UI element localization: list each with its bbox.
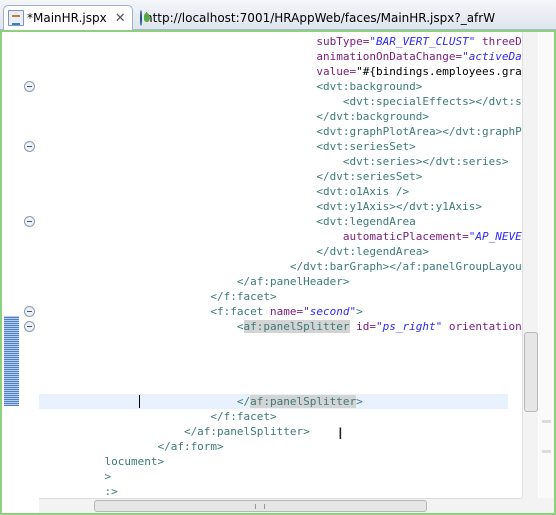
code-token: id= xyxy=(349,320,377,333)
code-token: <dvt:specialEffects></dvt:specialEffects… xyxy=(342,95,522,108)
fold-toggle-icon[interactable] xyxy=(24,306,35,317)
code-token: </dvt:background> xyxy=(39,110,429,123)
horizontal-scrollbar-thumb[interactable] xyxy=(94,500,427,512)
tab-label: http://localhost:7001/HRAppWeb/faces/Mai… xyxy=(145,10,496,25)
code-line[interactable]: </af:form> xyxy=(39,439,508,454)
code-token: </af:panelSplitter> xyxy=(39,425,310,438)
code-token: </dvt:legendArea> xyxy=(39,245,429,258)
code-line[interactable]: <dvt:specialEffects></dvt:specialEffects… xyxy=(39,94,522,109)
code-token: <dvt:y1Axis></dvt:y1Axis> xyxy=(39,200,482,213)
code-line[interactable]: </af:panelSplitter> xyxy=(39,424,508,439)
code-token: <dvt:series></dvt:series> xyxy=(39,155,509,168)
code-token: "AP_NEVER" xyxy=(468,230,522,243)
vertical-scrollbar-thumb[interactable] xyxy=(524,332,538,412)
code-token: <dvt:legendArea xyxy=(39,215,416,228)
code-line[interactable]: <dvt:series></dvt:series> xyxy=(39,154,509,169)
code-line[interactable]: </f:facet> xyxy=(39,289,508,304)
code-token: </af:form> xyxy=(39,440,224,453)
code-token: <dvt:background> xyxy=(39,80,423,93)
code-token: </af:panelHeader> xyxy=(39,275,350,288)
code-line[interactable]: > xyxy=(39,469,508,484)
code-token: locument> xyxy=(104,455,165,468)
code-token: value= xyxy=(39,65,357,78)
code-line[interactable]: subType="BAR_VERT_CLUST" threeDEffect="f… xyxy=(39,34,522,49)
code-line[interactable]: </dvt:barGraph></af:panelGroupLayout> xyxy=(39,259,522,274)
code-token: > xyxy=(104,470,112,483)
globe-icon xyxy=(140,9,150,26)
code-token: af:panelSplitter xyxy=(243,320,350,333)
code-line[interactable] xyxy=(39,334,508,349)
code-line[interactable]: locument> xyxy=(39,454,508,469)
code-line[interactable]: animationOnDataChange="activeData" anima… xyxy=(39,49,522,64)
code-token: <dvt:graphPlotArea></dvt:graphPlotArea> xyxy=(316,125,522,138)
code-token: </f:facet> xyxy=(39,290,277,303)
code-token: > xyxy=(356,395,363,408)
code-token: "activeData" xyxy=(462,50,522,63)
code-token: af:panelSplitter xyxy=(250,395,357,408)
code-line[interactable]: :> xyxy=(39,484,508,498)
code-line[interactable]: <dvt:graphPlotArea></dvt:graphPlotArea> xyxy=(39,124,522,139)
code-line[interactable]: <dvt:y1Axis></dvt:y1Axis> xyxy=(39,199,508,214)
code-token: </ xyxy=(39,395,251,408)
code-token: < xyxy=(39,320,244,333)
code-line[interactable]: <f:facet name="second"> xyxy=(39,304,508,319)
source-editor[interactable]: subType="BAR_VERT_CLUST" threeDEffect="f… xyxy=(0,30,556,515)
code-line[interactable]: <dvt:seriesSet> xyxy=(39,139,508,154)
vertical-scrollbar[interactable] xyxy=(522,32,538,498)
code-token: animationOnDataChange= xyxy=(39,50,463,63)
fold-toggle-icon[interactable] xyxy=(24,81,35,92)
overview-marker[interactable] xyxy=(542,420,551,423)
code-token: :> xyxy=(104,485,118,498)
code-line[interactable]: <dvt:background> xyxy=(39,79,508,94)
code-line[interactable]: </dvt:background> xyxy=(39,109,508,124)
code-line[interactable]: <dvt:legendArea xyxy=(39,214,508,229)
tab-browser-preview[interactable]: http://localhost:7001/HRAppWeb/faces/Mai… xyxy=(136,5,495,30)
scrollbar-corner xyxy=(522,498,554,513)
left-ruler xyxy=(2,32,38,498)
overview-marker[interactable] xyxy=(542,450,551,453)
overview-ruler[interactable] xyxy=(539,32,554,498)
code-line[interactable] xyxy=(39,364,508,379)
ibeam-cursor-icon: I xyxy=(338,424,343,443)
code-line[interactable]: </dvt:seriesSet> xyxy=(39,169,508,184)
fold-toggle-icon[interactable] xyxy=(24,216,35,227)
code-line[interactable]: <af:panelSplitter id="ps_right" orientat… xyxy=(39,319,522,334)
code-token: </dvt:barGraph></af:panelGroupLayout> xyxy=(39,260,522,273)
code-token: orientation= xyxy=(442,320,522,333)
code-area[interactable]: subType="BAR_VERT_CLUST" threeDEffect="f… xyxy=(39,32,522,498)
code-token: "#{bindings.employees.graphModel}"> xyxy=(356,65,522,78)
code-token: <f:facet xyxy=(39,305,271,318)
code-token: automaticPlacement= xyxy=(39,230,469,243)
jspx-file-icon xyxy=(8,10,24,26)
code-token: </dvt:seriesSet> xyxy=(39,170,423,183)
code-token: "ps_right" xyxy=(376,320,443,333)
code-line[interactable] xyxy=(39,349,508,364)
text-caret xyxy=(139,395,140,408)
code-token: </f:facet> xyxy=(39,410,277,423)
code-token: subType= xyxy=(39,35,370,48)
code-line[interactable]: </af:panelSplitter> xyxy=(39,394,508,409)
code-line[interactable] xyxy=(39,379,508,394)
close-tab-icon[interactable]: ✕ xyxy=(115,11,126,26)
code-line[interactable]: value="#{bindings.employees.graphModel}"… xyxy=(39,64,522,79)
tab-label: *MainHR.jspx xyxy=(27,11,107,25)
code-token: > xyxy=(356,305,363,318)
fold-toggle-icon[interactable] xyxy=(24,321,35,332)
tab-mainhr-jspx[interactable]: *MainHR.jspx ✕ xyxy=(3,5,133,30)
code-token: <dvt:o1Axis /> xyxy=(39,185,410,198)
code-line[interactable]: </f:facet> xyxy=(39,409,508,424)
code-token: "second" xyxy=(303,305,357,318)
fold-toggle-icon[interactable] xyxy=(24,141,35,152)
code-line[interactable]: automaticPlacement="AP_NEVER"> xyxy=(39,229,522,244)
editor-tab-bar: *MainHR.jspx ✕ http://localhost:7001/HRA… xyxy=(0,0,556,30)
code-token: threeDEffect= xyxy=(481,35,522,48)
code-token: <dvt:seriesSet> xyxy=(39,140,416,153)
code-line[interactable]: </af:panelHeader> xyxy=(39,274,508,289)
code-token: "BAR_VERT_CLUST" xyxy=(369,35,476,48)
code-line[interactable]: <dvt:o1Axis /> xyxy=(39,184,508,199)
code-line[interactable]: </dvt:legendArea> xyxy=(39,244,508,259)
code-token: name= xyxy=(270,305,304,318)
change-marker xyxy=(4,316,19,406)
horizontal-scrollbar[interactable] xyxy=(39,498,522,513)
